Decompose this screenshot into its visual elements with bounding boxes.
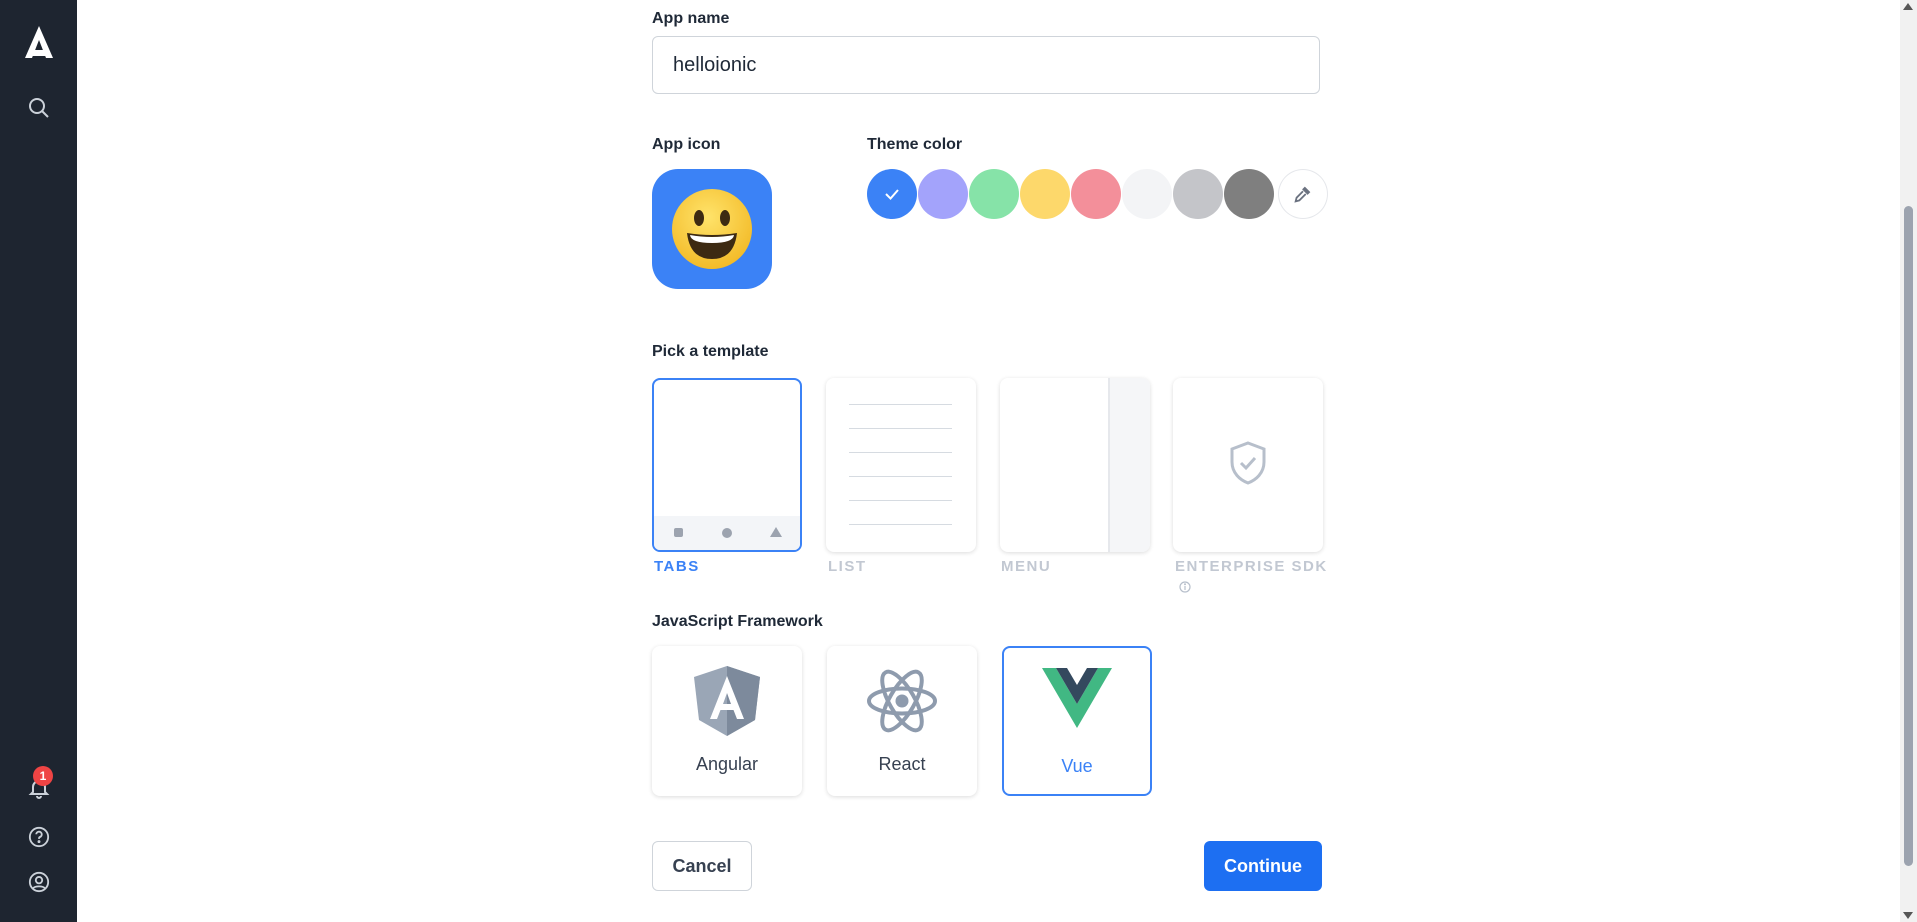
square-icon: [674, 528, 683, 537]
template-card-menu[interactable]: [1000, 378, 1150, 552]
framework-card-react[interactable]: React: [827, 646, 977, 796]
angular-logo-icon: [652, 664, 802, 738]
list-line: [849, 476, 952, 477]
search-icon[interactable]: [0, 96, 77, 120]
app-icon-preview[interactable]: [652, 169, 772, 289]
framework-label: JavaScript Framework: [652, 613, 823, 630]
theme-color-swatch[interactable]: [969, 169, 1019, 219]
tab-bar-preview: [654, 516, 800, 550]
framework-card-angular[interactable]: Angular: [652, 646, 802, 796]
list-line: [849, 428, 952, 429]
theme-color-swatch[interactable]: [1020, 169, 1070, 219]
cancel-button[interactable]: Cancel: [652, 841, 752, 891]
list-line: [849, 500, 952, 501]
framework-label-react: React: [878, 754, 926, 774]
theme-color-swatch[interactable]: [867, 169, 917, 219]
smiley-emoji-icon: [672, 189, 752, 269]
menu-panel-preview: [1108, 378, 1150, 552]
app-name-input[interactable]: [652, 36, 1320, 94]
list-line: [849, 404, 952, 405]
react-logo-icon: [827, 664, 977, 738]
template-label-enterprise-sdk: ENTERPRISE SDK: [1175, 558, 1328, 575]
help-circle-icon[interactable]: [0, 826, 77, 848]
user-circle-icon[interactable]: [0, 871, 77, 893]
template-card-list[interactable]: [826, 378, 976, 552]
eyedropper-icon[interactable]: [1278, 169, 1328, 219]
theme-color-swatch[interactable]: [918, 169, 968, 219]
scrollbar-thumb[interactable]: [1904, 206, 1913, 866]
app-name-label: App name: [652, 10, 730, 27]
app-icon-label: App icon: [652, 136, 721, 153]
template-label: Pick a template: [652, 343, 769, 360]
circle-icon: [722, 528, 732, 538]
template-label-tabs: TABS: [654, 558, 700, 575]
template-label-list: LIST: [828, 558, 867, 575]
theme-color-swatch[interactable]: [1071, 169, 1121, 219]
framework-label-vue: Vue: [1061, 756, 1093, 776]
vertical-scrollbar[interactable]: [1900, 0, 1917, 922]
scroll-up-arrow-icon[interactable]: [1903, 3, 1913, 10]
theme-color-swatch[interactable]: [1224, 169, 1274, 219]
triangle-icon: [770, 527, 782, 537]
info-icon[interactable]: [1179, 580, 1191, 598]
list-line: [849, 452, 952, 453]
continue-button[interactable]: Continue: [1204, 841, 1322, 891]
sidebar: 1: [0, 0, 77, 922]
notification-badge: 1: [33, 766, 53, 786]
theme-color-swatch[interactable]: [1122, 169, 1172, 219]
vue-logo-icon: [1004, 666, 1150, 730]
template-label-menu: MENU: [1001, 558, 1052, 575]
theme-color-label: Theme color: [867, 136, 963, 153]
checkmark-icon: [885, 189, 899, 200]
scroll-down-arrow-icon[interactable]: [1903, 912, 1913, 919]
template-card-enterprise-sdk[interactable]: [1173, 378, 1323, 552]
template-card-tabs[interactable]: [652, 378, 802, 552]
framework-label-angular: Angular: [695, 754, 759, 774]
theme-color-swatch[interactable]: [1173, 169, 1223, 219]
list-line: [849, 524, 952, 525]
framework-card-vue[interactable]: Vue: [1002, 646, 1152, 796]
app-logo-icon[interactable]: [0, 24, 77, 60]
shield-check-icon: [1173, 440, 1323, 486]
